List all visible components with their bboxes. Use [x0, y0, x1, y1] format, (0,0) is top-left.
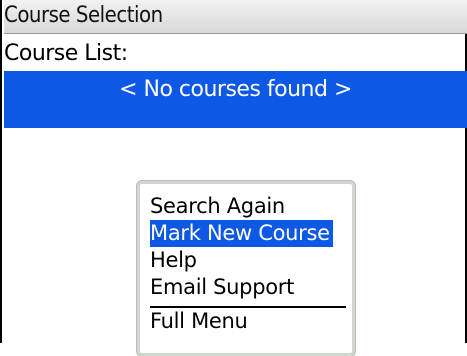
device-screen: Course Selection Course List: < No cours…	[0, 0, 467, 356]
context-menu: Search Again Mark New Course Help Email …	[137, 181, 355, 356]
menu-item-help[interactable]: Help	[150, 247, 197, 274]
screen-title: Course Selection	[4, 3, 163, 28]
title-bar: Course Selection	[4, 0, 467, 34]
course-list-label: Course List:	[4, 41, 128, 66]
menu-item-full-menu[interactable]: Full Menu	[150, 308, 248, 335]
menu-item-search-again[interactable]: Search Again	[150, 193, 285, 220]
menu-item-mark-new-course[interactable]: Mark New Course	[150, 220, 333, 247]
empty-list-message: < No courses found >	[119, 77, 352, 102]
menu-item-email-support[interactable]: Email Support	[150, 274, 294, 301]
course-list-empty-row[interactable]: < No courses found >	[4, 71, 467, 128]
